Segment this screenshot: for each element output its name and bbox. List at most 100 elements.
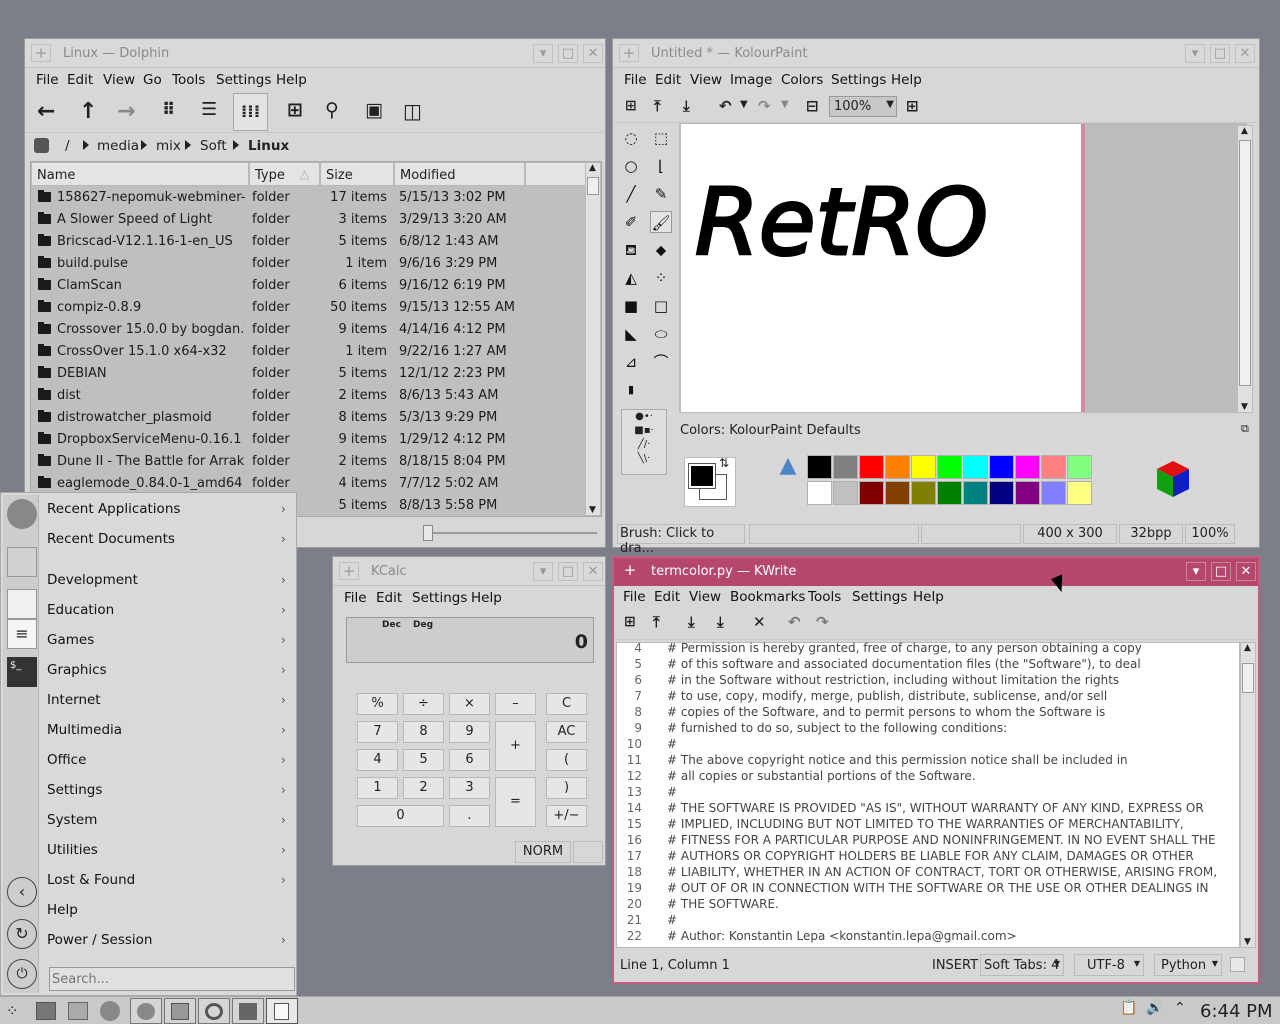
minimize-button[interactable]: ▾ <box>533 562 553 581</box>
editor-scrollbar[interactable]: ▲ ▼ <box>1240 642 1256 948</box>
file-row[interactable]: compiz-0.8.9 folder 50 items 9/15/13 12:55 … <box>30 297 586 319</box>
menu-go[interactable]: Go <box>143 72 162 88</box>
foreground-background-colors[interactable]: ⇅ <box>684 456 736 507</box>
plus-key[interactable]: + <box>495 721 536 771</box>
breadcrumb-media[interactable]: media <box>97 138 139 154</box>
four-key[interactable]: 4 <box>357 749 398 771</box>
menu-item-utilities[interactable]: Utilities <box>47 842 98 858</box>
menu-tools[interactable]: Tools <box>808 589 841 605</box>
undock-icon[interactable]: ⧉ <box>1241 422 1249 436</box>
equals-key[interactable]: = <box>495 777 536 827</box>
close-button[interactable]: ✕ <box>583 44 603 63</box>
menu-help[interactable]: Help <box>471 590 502 606</box>
menu-item-recent-applications[interactable]: Recent Applications <box>47 501 180 517</box>
maximize-button[interactable]: □ <box>558 44 578 63</box>
file-row[interactable]: 158627-nepomuk-webminer-... folder 17 item… <box>30 187 586 209</box>
breadcrumb-mix[interactable]: mix <box>156 138 181 154</box>
dictionary-icon[interactable] <box>1230 957 1245 972</box>
maximize-button[interactable]: □ <box>1211 562 1231 581</box>
palette-swatch[interactable] <box>885 455 910 479</box>
palette-swatch[interactable] <box>911 455 936 479</box>
compact-view-icon[interactable]: ⁞⁞⁞ <box>233 93 268 131</box>
zoom-out-icon[interactable]: ⊟ <box>806 97 819 115</box>
file-row[interactable]: Dune II - The Battle for Arraki... folder… <box>30 451 586 473</box>
undo-dropdown-icon[interactable]: ▼ <box>740 99 748 110</box>
details-view-icon[interactable]: ☰ <box>201 99 217 120</box>
icons-view-icon[interactable]: ⠿ <box>162 100 175 120</box>
tabs-select[interactable]: Soft Tabs: 4 ▼ <box>980 954 1064 976</box>
close-document-icon[interactable]: ✕ <box>753 613 766 631</box>
ellipse-select-icon[interactable]: ○ <box>620 155 642 177</box>
code-line[interactable]: # AUTHORS OR COPYRIGHT HOLDERS BE LIABLE… <box>667 849 1194 863</box>
brush-icon[interactable]: 🖌 <box>650 211 672 233</box>
document-icon[interactable]: ≡ <box>7 619 37 649</box>
scroll-down-icon[interactable]: ▼ <box>1244 937 1251 947</box>
open-icon[interactable]: ⤒ <box>653 613 660 631</box>
palette-swatch[interactable] <box>1041 481 1066 505</box>
menu-bookmarks[interactable]: Bookmarks <box>730 589 805 605</box>
input-mode[interactable]: INSERT <box>932 958 978 973</box>
polyline-icon[interactable]: ⊿ <box>620 351 642 373</box>
decimal-key[interactable]: . <box>449 805 490 827</box>
code-line[interactable]: # <box>667 785 677 799</box>
menu-edit[interactable]: Edit <box>376 590 402 606</box>
code-line[interactable]: # The above copyright notice and this pe… <box>667 753 1128 767</box>
maximize-button[interactable]: □ <box>558 562 578 581</box>
menu-search-input[interactable] <box>50 968 290 990</box>
column-modified[interactable]: Modified <box>394 162 525 186</box>
menu-item-system[interactable]: System <box>47 812 97 828</box>
rectangle-filled-icon[interactable]: ■ <box>620 295 642 317</box>
power-icon[interactable]: ⏻ <box>7 959 37 989</box>
search-icon[interactable]: ⚲ <box>325 99 339 121</box>
menu-file[interactable]: File <box>36 72 59 88</box>
column-type[interactable]: Type <box>249 162 320 186</box>
nine-key[interactable]: 9 <box>449 721 490 743</box>
syntax-select[interactable]: Python ▼ <box>1154 954 1222 976</box>
menu-item-help[interactable]: Help <box>47 902 78 918</box>
location-toggle-icon[interactable] <box>34 138 49 153</box>
code-line[interactable]: # THE SOFTWARE. <box>667 897 779 911</box>
menu-item-office[interactable]: Office <box>47 752 86 768</box>
menu-help[interactable]: Help <box>276 72 307 88</box>
menu-item-education[interactable]: Education <box>47 602 114 618</box>
chevron-up-icon[interactable]: ⌃ <box>1174 1000 1186 1016</box>
close-paren-key[interactable]: ) <box>546 777 587 799</box>
save-as-icon[interactable]: ⤓ <box>717 613 724 631</box>
menu-colors[interactable]: Colors <box>781 72 823 88</box>
code-line[interactable]: # OUT OF OR IN CONNECTION WITH THE SOFTW… <box>667 881 1209 895</box>
palette-swatch[interactable] <box>807 481 832 505</box>
text-icon[interactable]: ⌊ <box>650 155 672 177</box>
pin-icon[interactable]: + <box>620 562 640 580</box>
palette-swatch[interactable] <box>937 455 962 479</box>
line-icon[interactable]: ╱ <box>620 183 642 205</box>
code-line[interactable]: # copies of the Software, and to permit … <box>667 705 1105 719</box>
zero-key[interactable]: 0 <box>357 805 444 827</box>
palette-swatch[interactable] <box>1015 455 1040 479</box>
fill-icon[interactable]: ⛾ <box>620 239 642 261</box>
menu-help[interactable]: Help <box>913 589 944 605</box>
transparent-color-icon[interactable]: ▲ <box>774 453 802 483</box>
kcalc-titlebar[interactable]: + KCalc ▾ □ ✕ <box>333 557 605 586</box>
all-clear-key[interactable]: AC <box>546 721 587 743</box>
file-row[interactable]: Crossover 15.0.0 by bogdan.t... folder 9 i… <box>30 319 586 341</box>
file-row[interactable]: CrossOver 15.1.0 x64-x32 folder 1 item 9/22… <box>30 341 586 363</box>
menu-edit[interactable]: Edit <box>655 72 681 88</box>
clear-key[interactable]: C <box>546 693 587 715</box>
undo-icon[interactable]: ↶ <box>719 97 732 115</box>
menu-item-multimedia[interactable]: Multimedia <box>47 722 122 738</box>
scrollbar-thumb[interactable] <box>587 177 599 195</box>
volume-icon[interactable]: 🔊 <box>1146 1000 1163 1016</box>
column-name[interactable]: Name <box>31 162 249 186</box>
menu-view[interactable]: View <box>690 72 722 88</box>
file-list-scrollbar[interactable]: ▲ ▼ <box>585 162 601 516</box>
menu-item-internet[interactable]: Internet <box>47 692 101 708</box>
palette-swatch[interactable] <box>859 481 884 505</box>
minimize-button[interactable]: ▾ <box>1186 562 1206 581</box>
palette-swatch[interactable] <box>963 455 988 479</box>
polygon-icon[interactable]: ◣ <box>620 323 642 345</box>
menu-item-power-session[interactable]: Power / Session <box>47 932 152 948</box>
ellipse-icon[interactable]: ⬭ <box>650 323 672 345</box>
zoom-select[interactable]: 100% ▼ <box>829 96 897 117</box>
scroll-up-icon[interactable]: ▲ <box>1244 643 1251 653</box>
code-line[interactable]: # FITNESS FOR A PARTICULAR PURPOSE AND N… <box>667 833 1216 847</box>
